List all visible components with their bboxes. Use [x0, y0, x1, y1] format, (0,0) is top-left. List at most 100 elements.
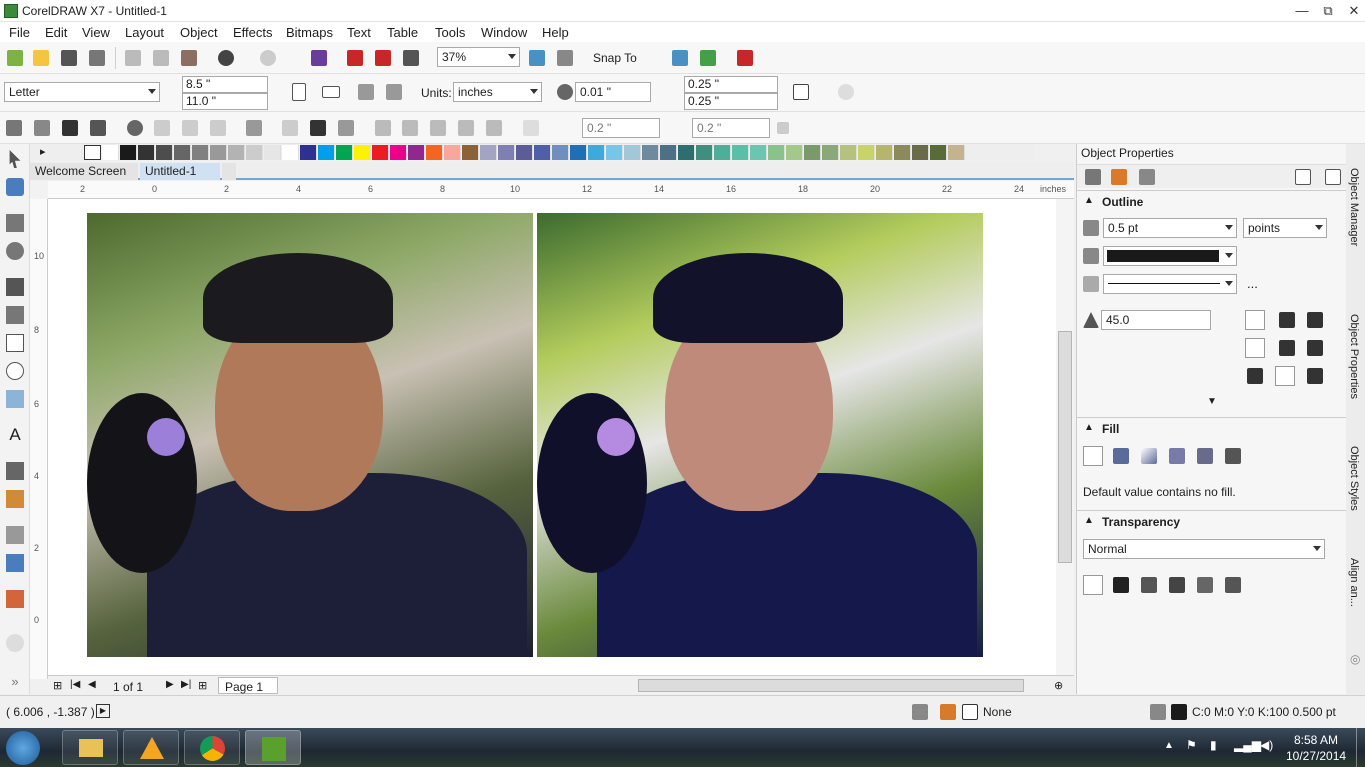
restore-button[interactable]: ⧉ [1314, 0, 1342, 22]
more-outline-options[interactable]: ... [1247, 276, 1258, 291]
palette-scroll-icon[interactable]: ▸ [40, 145, 46, 158]
position-outside-icon[interactable] [1247, 368, 1263, 384]
page-1-tab[interactable]: Page 1 [218, 677, 278, 694]
color-swatch[interactable] [444, 145, 461, 160]
color-swatch[interactable] [858, 145, 875, 160]
pick-tool-icon[interactable] [9, 150, 21, 168]
color-swatch[interactable] [624, 145, 641, 160]
portrait-icon[interactable] [292, 83, 306, 101]
color-swatch[interactable] [588, 145, 605, 160]
color-swatch[interactable] [354, 145, 371, 160]
columns-icon[interactable] [246, 120, 262, 136]
fill-bucket-icon[interactable] [1111, 169, 1127, 185]
zoom-level-dropdown[interactable]: 37% [437, 47, 520, 67]
show-hidden-icons-icon[interactable]: ▲ [1164, 740, 1174, 751]
secondary-field-1[interactable]: 0.2 " [582, 118, 660, 138]
text-tool-icon[interactable]: A [6, 426, 24, 444]
vertical-scroll-thumb[interactable] [1058, 331, 1072, 563]
new-document-icon[interactable] [7, 50, 23, 66]
fill-section-header[interactable]: ▲ Fill [1077, 417, 1347, 439]
outline-color-dropdown[interactable] [1103, 246, 1237, 266]
taskbar-coreldraw-button[interactable] [245, 730, 301, 765]
nudge-distance-field[interactable]: 0.01 " [575, 82, 651, 102]
color-swatch[interactable] [426, 145, 443, 160]
color-swatch[interactable] [894, 145, 911, 160]
color-swatch[interactable] [102, 145, 119, 160]
pattern-transparency-icon[interactable] [1169, 577, 1185, 593]
line-style-dropdown[interactable] [1103, 274, 1237, 294]
cap-square-icon[interactable] [1307, 340, 1323, 356]
original-photo[interactable] [87, 213, 533, 657]
flag-icon[interactable]: ⚑ [1186, 738, 1197, 752]
menu-layout[interactable]: Layout [125, 25, 164, 40]
drawing-canvas[interactable] [48, 199, 1056, 675]
taskbar-app-button[interactable] [123, 730, 179, 765]
drop-shadow-tool-icon[interactable] [6, 526, 24, 544]
view-properties-icon[interactable] [1325, 169, 1341, 185]
texture-transparency-icon[interactable] [1197, 577, 1213, 593]
corner-bevel-icon[interactable] [1307, 312, 1323, 328]
snap-to-dropdown[interactable]: Snap To [593, 51, 637, 65]
postscript-fill-icon[interactable] [1225, 448, 1241, 464]
layout-icon[interactable] [6, 120, 22, 136]
application-launcher-icon[interactable] [737, 50, 753, 66]
menu-effects[interactable]: Effects [233, 25, 273, 40]
color-swatch[interactable] [642, 145, 659, 160]
options-icon[interactable] [672, 50, 688, 66]
connector-tool-icon[interactable] [6, 490, 24, 508]
add-page-after-icon[interactable]: ⊞ [198, 679, 207, 692]
all-pages-icon[interactable] [358, 84, 374, 100]
arrange-icon[interactable] [338, 120, 354, 136]
color-swatch[interactable] [768, 145, 785, 160]
previous-page-button[interactable]: ◀ [88, 679, 96, 690]
preview-icon[interactable] [34, 120, 50, 136]
treat-as-filled-icon[interactable] [793, 84, 809, 100]
battery-icon[interactable]: ▮ [1210, 738, 1217, 752]
color-swatch[interactable] [678, 145, 695, 160]
export-icon[interactable] [375, 50, 391, 66]
text-icon[interactable] [310, 120, 326, 136]
last-page-button[interactable]: ▶| [181, 679, 191, 690]
tab-untitled-1[interactable]: Untitled-1 [140, 163, 220, 180]
bitmap-transparency-icon[interactable] [1225, 577, 1241, 593]
no-fill-icon[interactable] [1083, 446, 1103, 466]
new-tab-button[interactable] [222, 163, 236, 180]
frame-icon[interactable] [1295, 169, 1311, 185]
open-folder-icon[interactable] [33, 50, 49, 66]
color-swatch[interactable] [732, 145, 749, 160]
color-swatch[interactable] [552, 145, 569, 160]
ruler-origin[interactable] [30, 181, 48, 199]
color-swatch[interactable] [480, 145, 497, 160]
menu-window[interactable]: Window [481, 25, 527, 40]
color-swatch[interactable] [336, 145, 353, 160]
vertical-scrollbar[interactable] [1056, 199, 1074, 675]
copy-icon[interactable] [153, 50, 169, 66]
color-swatch[interactable] [300, 145, 317, 160]
paste-icon[interactable] [181, 50, 197, 66]
color-swatch[interactable] [948, 145, 965, 160]
color-swatch[interactable] [822, 145, 839, 160]
text-wrap-icon[interactable] [90, 120, 106, 136]
color-swatch[interactable] [192, 145, 209, 160]
transparency-section-header[interactable]: ▲ Transparency [1077, 510, 1347, 532]
duplicate-y-field[interactable]: 0.25 " [684, 93, 778, 110]
current-page-icon[interactable] [386, 84, 402, 100]
color-swatch[interactable] [174, 145, 191, 160]
expand-toolbox-icon[interactable]: » [6, 674, 24, 692]
show-desktop-button[interactable] [1356, 728, 1365, 767]
minimize-button[interactable]: — [1288, 0, 1316, 22]
color-swatch[interactable] [516, 145, 533, 160]
polygon-tool-icon[interactable] [6, 390, 24, 408]
corner-miter-icon[interactable] [1245, 310, 1265, 330]
no-fill-swatch-icon[interactable] [962, 704, 978, 720]
posterized-photo[interactable] [537, 213, 983, 657]
undo-icon[interactable] [218, 50, 234, 66]
position-inside-icon[interactable] [1307, 368, 1323, 384]
outline-swatch-icon[interactable] [1171, 704, 1187, 720]
miter-limit-field[interactable]: 45.0 [1101, 310, 1211, 330]
position-center-icon[interactable] [1275, 366, 1295, 386]
view-icon[interactable] [557, 50, 573, 66]
start-button[interactable] [6, 731, 40, 765]
tab-object-styles[interactable]: Object Styles [1348, 446, 1360, 511]
landscape-icon[interactable] [322, 86, 340, 98]
